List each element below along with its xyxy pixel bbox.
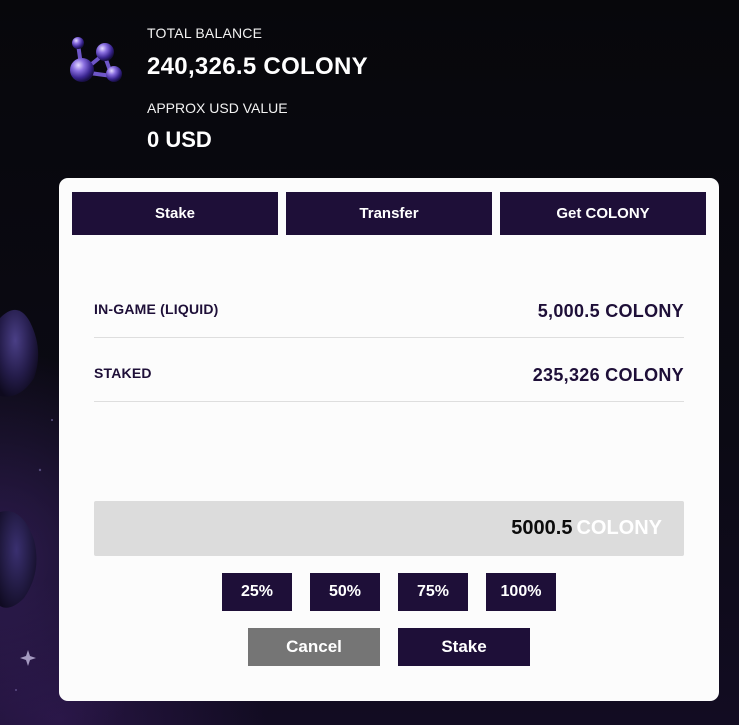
percent-75-button[interactable]: 75% [398, 573, 468, 611]
usd-value: 0 USD [147, 127, 212, 152]
colony-molecule-logo-icon [70, 37, 122, 82]
stake-amount-display: 5000.5 COLONY [511, 517, 662, 540]
tab-get-colony[interactable]: Get COLONY [500, 192, 706, 235]
percent-50-button[interactable]: 50% [310, 573, 380, 611]
asteroid-left-lower [0, 511, 37, 608]
stake-amount-unit: COLONY [576, 517, 662, 539]
staked-balance-label: STAKED [94, 365, 152, 381]
asteroid-left-upper [0, 309, 39, 397]
staking-card: Stake Transfer Get COLONY IN-GAME (LIQUI… [59, 178, 719, 701]
total-balance-label: TOTAL BALANCE [147, 25, 263, 41]
total-balance-value: 240,326.5 COLONY [147, 53, 368, 80]
liquid-balance-label: IN-GAME (LIQUID) [94, 301, 219, 317]
staked-balance-row: STAKED 235,326 COLONY [94, 338, 684, 402]
stake-amount-input[interactable]: 5000.5 COLONY [94, 501, 684, 556]
tab-transfer[interactable]: Transfer [286, 192, 492, 235]
sparkle-star [20, 650, 36, 666]
percent-25-button[interactable]: 25% [222, 573, 292, 611]
liquid-balance-value: 5,000.5 COLONY [537, 301, 684, 321]
tab-stake[interactable]: Stake [72, 192, 278, 235]
stake-amount-value: 5000.5 [511, 517, 573, 539]
staked-balance-value: 235,326 COLONY [532, 365, 684, 385]
liquid-balance-row: IN-GAME (LIQUID) 5,000.5 COLONY [94, 274, 684, 338]
cancel-button[interactable]: Cancel [248, 628, 380, 666]
stake-button[interactable]: Stake [398, 628, 530, 666]
usd-value-label: APPROX USD VALUE [147, 100, 288, 116]
percent-100-button[interactable]: 100% [486, 573, 556, 611]
